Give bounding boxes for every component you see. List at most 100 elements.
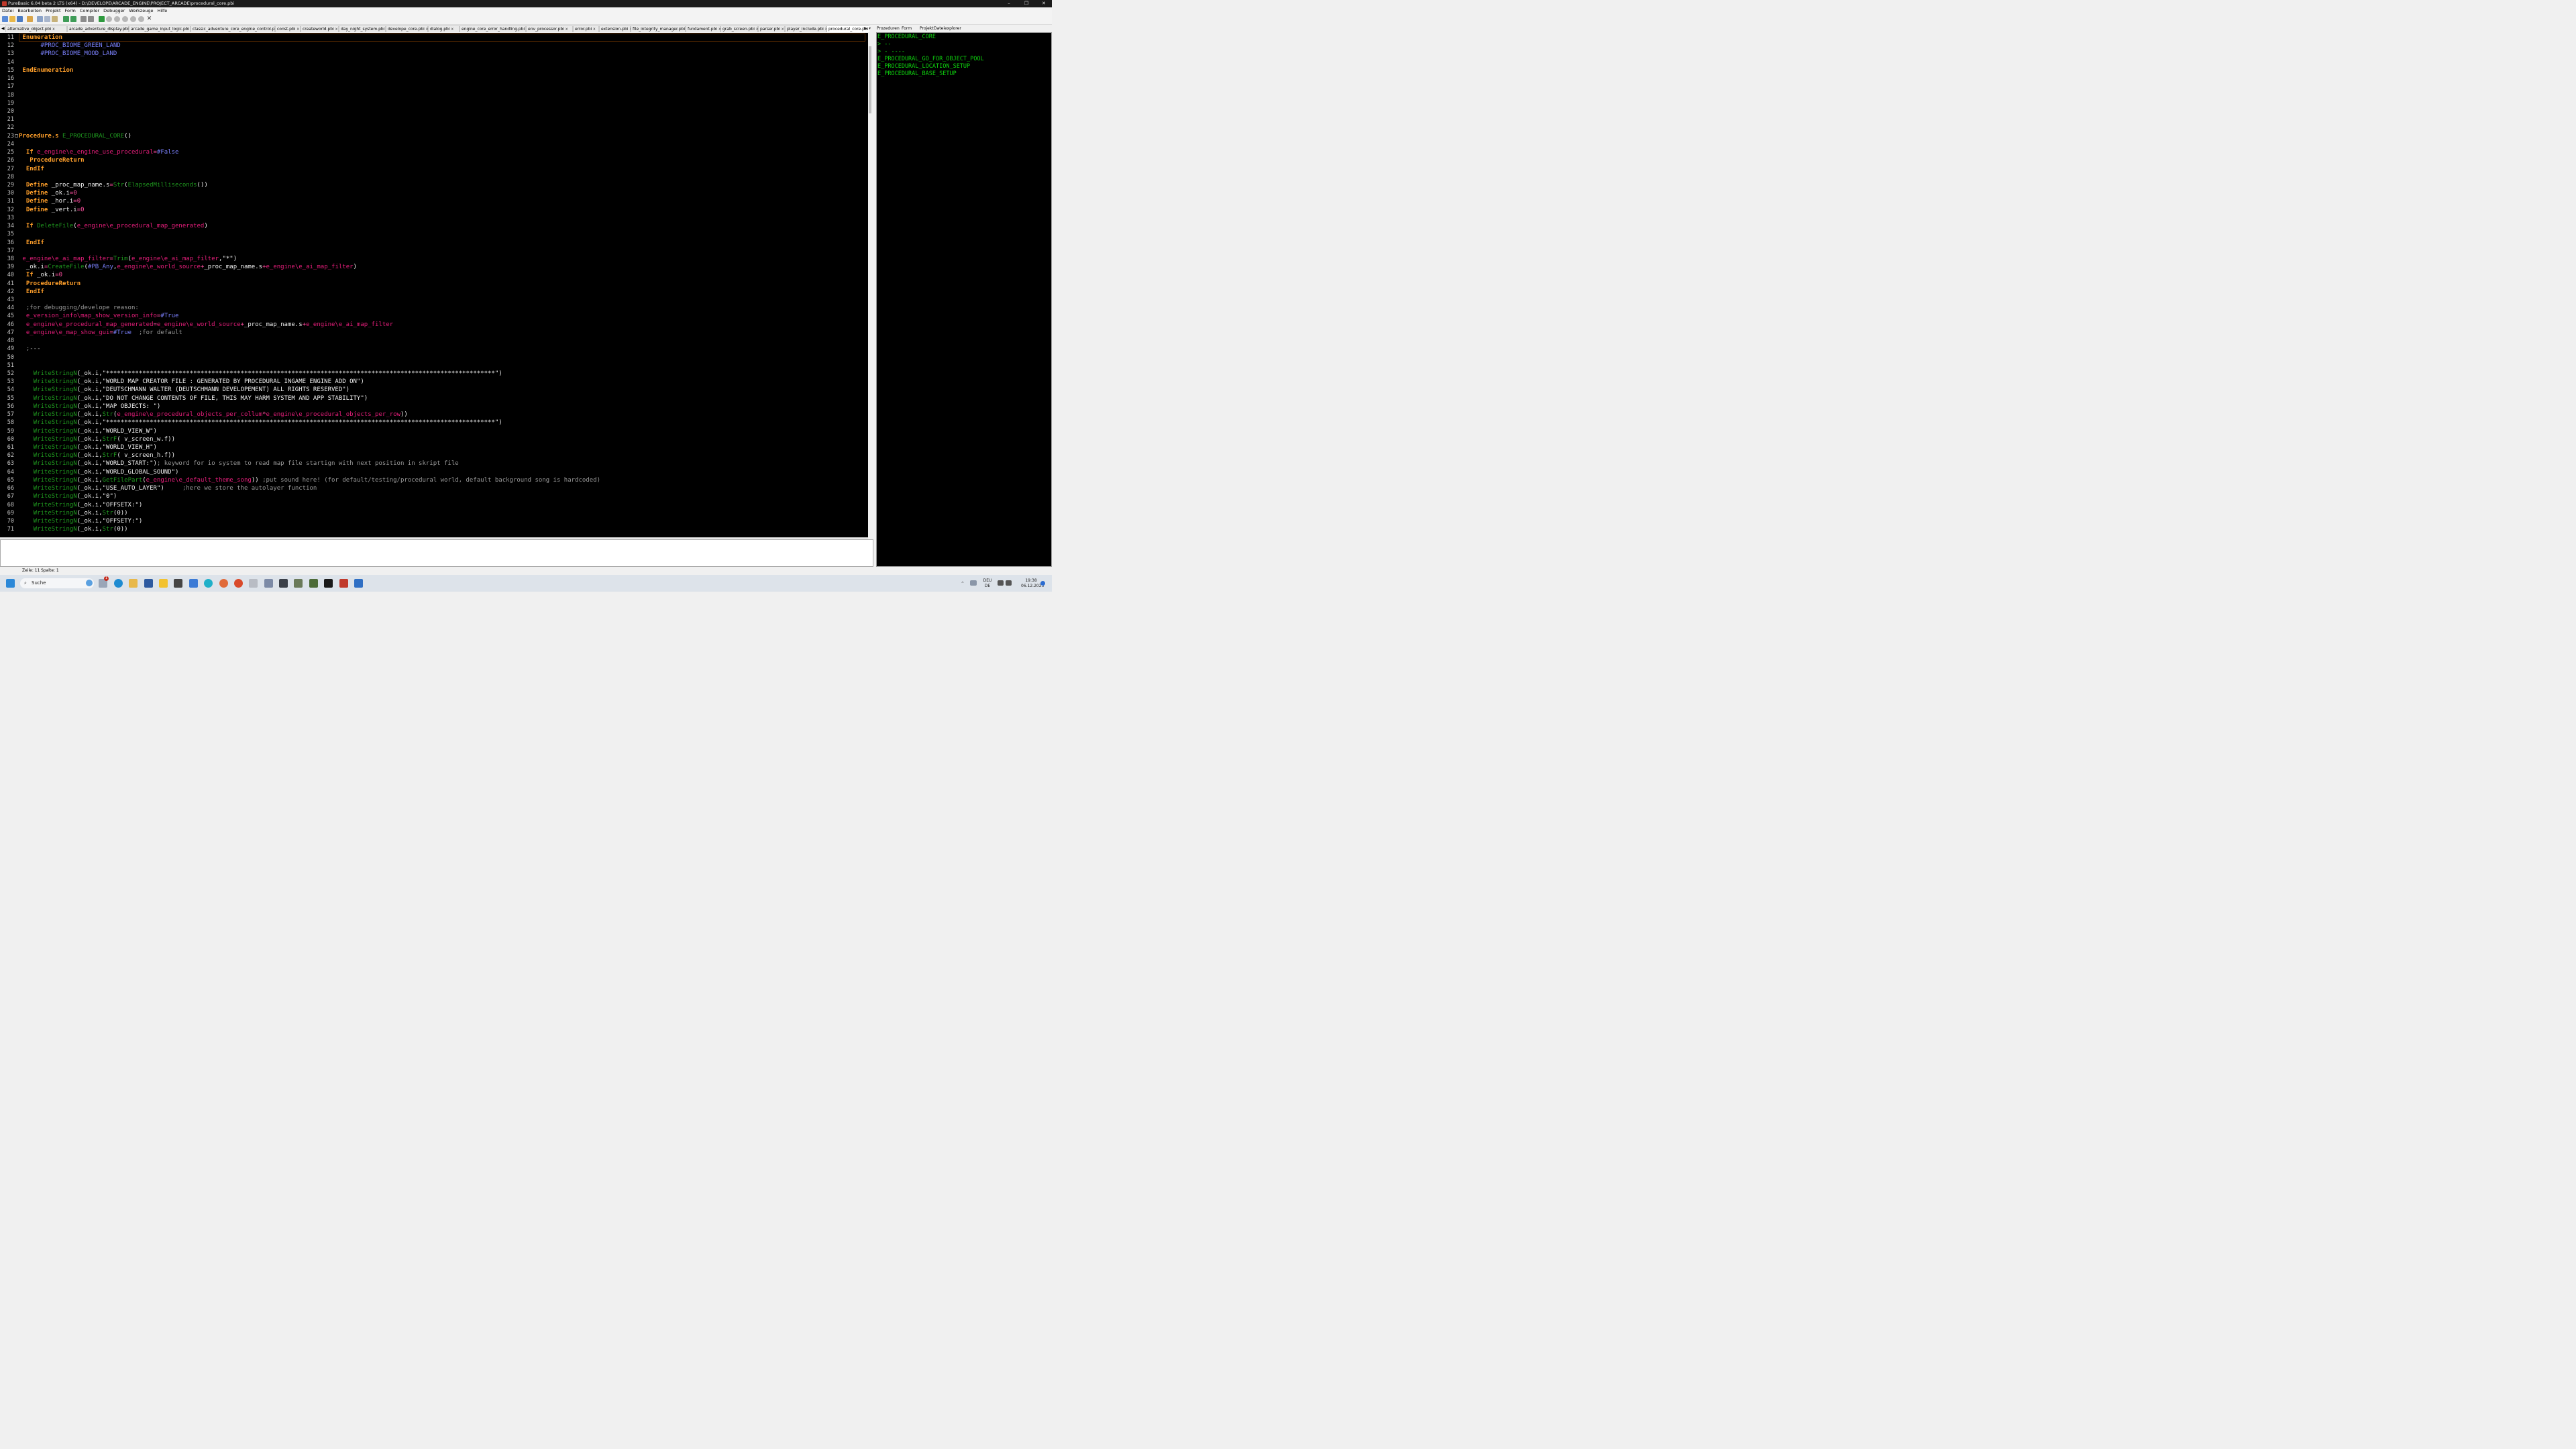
code-line[interactable]: 19 (0, 99, 865, 107)
tab-close-icon[interactable]: x (593, 27, 596, 32)
taskbar-search[interactable]: ⌕ Suche (20, 578, 94, 588)
code-line[interactable]: 27 EndIf (0, 165, 865, 173)
file-tab[interactable]: parser.pbi x (758, 25, 785, 32)
menu-form[interactable]: Form (63, 7, 78, 14)
code-line[interactable]: 57 WriteStringN(_ok.i,Str(e_engine\e_pro… (0, 411, 865, 419)
file-tab[interactable]: fundament.pbi x (686, 25, 721, 32)
code-line[interactable]: 52 WriteStringN(_ok.i,"*****************… (0, 370, 865, 378)
edge-icon[interactable] (114, 579, 123, 588)
menu-projekt[interactable]: Projekt (44, 7, 62, 14)
code-line[interactable]: 61 WriteStringN(_ok.i,"WORLD_VIEW_H") (0, 443, 865, 451)
tab-form[interactable]: Form (902, 25, 912, 32)
tab-dateiexplorer[interactable]: Dateiexplorer (934, 25, 961, 32)
debugger-step-icon[interactable] (114, 16, 120, 22)
code-line[interactable]: 59 WriteStringN(_ok.i,"WORLD_VIEW_W") (0, 427, 865, 435)
code-line[interactable]: 48 (0, 337, 865, 345)
cut-icon[interactable] (37, 16, 43, 22)
code-line[interactable]: 49 ;--- (0, 345, 865, 353)
terminal-icon[interactable] (324, 579, 333, 588)
tab-menu-icon[interactable]: ▾ (869, 25, 871, 32)
procedure-item[interactable]: > - ---- (877, 48, 905, 56)
code-line[interactable]: 17 (0, 83, 865, 91)
procedure-item[interactable]: E_PROCEDURAL_LOCATION_SETUP (877, 63, 970, 70)
file-tab[interactable]: develope_core.pbi x (386, 25, 428, 32)
procedure-item[interactable]: E_PROCEDURAL_BASE_SETUP (877, 70, 957, 78)
save-icon[interactable] (17, 16, 23, 22)
code-line[interactable]: 21 (0, 115, 865, 123)
new-file-icon[interactable] (2, 16, 8, 22)
maximize-button[interactable]: ❐ (1018, 0, 1034, 7)
code-line[interactable]: 42 EndIf (0, 288, 865, 296)
app-icon-teal[interactable] (204, 579, 213, 588)
file-tab[interactable]: engine_core_error_handling.pbix (460, 25, 529, 32)
code-line[interactable]: 35 (0, 230, 865, 238)
code-line[interactable]: 38 e_engine\e_ai_map_filter=Trim(e_engin… (0, 255, 865, 263)
menu-hilfe[interactable]: Hilfe (155, 7, 169, 14)
file-tab[interactable]: classic_adventure_core_engine_control.pb… (191, 25, 282, 32)
debugger-step-over-icon[interactable] (122, 16, 128, 22)
tab-close-icon[interactable]: x (566, 27, 568, 32)
code-line[interactable]: 46 e_engine\e_procedural_map_generated=e… (0, 321, 865, 329)
volume-icon[interactable] (1006, 580, 1012, 586)
code-line[interactable]: 54 WriteStringN(_ok.i,"DEUTSCHMANN WALTE… (0, 386, 865, 394)
code-line[interactable]: 58 WriteStringN(_ok.i,"*****************… (0, 419, 865, 427)
app-icon-orange[interactable] (219, 579, 228, 588)
code-line[interactable]: 31 Define _hor.i=0 (0, 197, 865, 205)
code-editor[interactable]: 11 Enumeration 12 #PROC_BIOME_GREEN_LAND 1… (0, 33, 868, 537)
code-line[interactable]: 60 WriteStringN(_ok.i,StrF( v_screen_w.f… (0, 435, 865, 443)
code-line[interactable]: 53 WriteStringN(_ok.i,"WORLD MAP CREATOR… (0, 378, 865, 386)
code-line[interactable]: 13 #PROC_BIOME_MOOD_LAND (0, 50, 865, 58)
code-line[interactable]: 71 WriteStringN(_ok.i,Str(0)) (0, 525, 865, 533)
tab-close-icon[interactable]: x (451, 27, 454, 32)
menu-bearbeiten[interactable]: Bearbeiten (15, 7, 44, 14)
code-line[interactable]: 66 WriteStringN(_ok.i,"USE_AUTO_LAYER") … (0, 484, 865, 492)
menu-compiler[interactable]: Compiler (78, 7, 101, 14)
code-line[interactable]: 36 EndIf (0, 239, 865, 247)
tab-close-icon[interactable]: x (297, 27, 299, 32)
menu-datei[interactable]: Datei (0, 7, 15, 14)
open-file-icon[interactable] (9, 16, 15, 22)
code-line[interactable]: 56 WriteStringN(_ok.i,"MAP OBJECTS: ") (0, 402, 865, 411)
file-tab[interactable]: grab_screen.pbi x (720, 25, 758, 32)
code-line[interactable]: 47 e_engine\e_map_show_gui=#True ;for de… (0, 329, 865, 337)
notification-bell-icon[interactable] (1040, 581, 1045, 586)
mail-icon[interactable] (189, 579, 198, 588)
procedure-item[interactable]: E_PROCEDURAL_GO_FOR_OBJECT_POOL (877, 56, 984, 63)
file-tab[interactable]: day_night_system.pbix (339, 25, 388, 32)
code-line[interactable]: 12 #PROC_BIOME_GREEN_LAND (0, 42, 865, 50)
file-tab[interactable]: arcade_game_input_logic.pbix (129, 25, 193, 32)
tab-close-icon[interactable]: x (52, 27, 55, 32)
procedure-item[interactable]: > -- (877, 41, 891, 48)
debugger-stop-icon[interactable] (106, 16, 112, 22)
file-tab[interactable]: error.pbi x (573, 25, 599, 32)
code-line[interactable]: 26 ProcedureReturn (0, 156, 865, 164)
code-line[interactable]: 15 EndEnumeration (0, 66, 865, 74)
code-line[interactable]: 29 Define _proc_map_name.s=Str(ElapsedMi… (0, 181, 865, 189)
code-line[interactable]: 63 WriteStringN(_ok.i,"WORLD_START:"); k… (0, 460, 865, 468)
onedrive-icon[interactable] (970, 580, 977, 586)
app-icon-grey[interactable] (264, 579, 273, 588)
tool-icon[interactable] (249, 579, 258, 588)
scrollbar-thumb[interactable] (869, 46, 871, 113)
code-line[interactable]: 70 WriteStringN(_ok.i,"OFFSETY:") (0, 517, 865, 525)
file-tab[interactable]: player_include.pbix (785, 25, 827, 32)
copy-icon[interactable] (44, 16, 50, 22)
start-icon[interactable] (6, 579, 15, 588)
app-icon-olive[interactable] (294, 579, 303, 588)
menu-werkzeuge[interactable]: Werkzeuge (127, 7, 155, 14)
code-line[interactable]: 50 (0, 354, 865, 362)
fold-toggle-icon[interactable] (15, 133, 18, 138)
code-line[interactable]: 43 (0, 296, 865, 304)
editor-vertical-scrollbar[interactable] (868, 33, 873, 537)
widgets-icon[interactable]: 1 (99, 576, 109, 588)
paste-icon[interactable] (52, 16, 58, 22)
file-tab[interactable]: alternative_object.pbi x (5, 25, 67, 32)
error-log-panel[interactable] (0, 539, 873, 567)
menu-debugger[interactable]: Debugger (101, 7, 127, 14)
code-line[interactable]: 55 WriteStringN(_ok.i,"DO NOT CHANGE CON… (0, 394, 865, 402)
save-disk-icon[interactable] (354, 579, 363, 588)
purebasic-icon[interactable] (339, 579, 348, 588)
save-all-icon[interactable] (27, 16, 33, 22)
file-tab[interactable]: dialog.pbi x (428, 25, 460, 32)
code-line[interactable]: 65 WriteStringN(_ok.i,GetFilePart(e_engi… (0, 476, 865, 484)
